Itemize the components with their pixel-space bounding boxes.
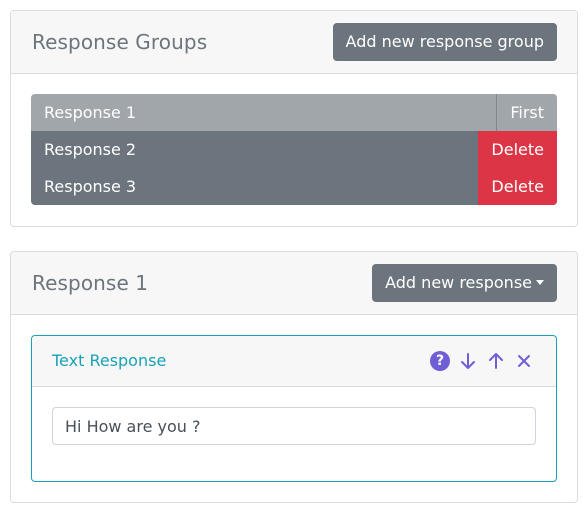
help-icon[interactable]: ? — [430, 351, 450, 371]
response-group-label: Response 1 — [44, 103, 137, 122]
response-group-item-3[interactable]: Response 3 Delete — [31, 168, 557, 205]
response-groups-header: Response Groups Add new response group — [11, 11, 577, 74]
delete-button[interactable]: Delete — [478, 168, 557, 205]
response-group-label: Response 3 — [44, 177, 137, 196]
response-group-list: Response 1 First Response 2 Delete Respo… — [31, 94, 557, 205]
response-group-item-1[interactable]: Response 1 First — [31, 94, 557, 131]
caret-down-icon — [536, 280, 544, 285]
text-response-input[interactable] — [52, 407, 536, 445]
text-response-actions: ? — [430, 351, 534, 371]
text-response-card: Text Response ? — [31, 335, 557, 482]
arrow-up-icon[interactable] — [486, 351, 506, 371]
response-title: Response 1 — [32, 271, 149, 295]
response-group-item-2[interactable]: Response 2 Delete — [31, 131, 557, 168]
text-response-header: Text Response ? — [32, 336, 556, 387]
add-response-group-button[interactable]: Add new response group — [332, 23, 557, 61]
response-card: Response 1 Add new response Text Respons… — [10, 251, 578, 503]
add-response-dropdown-button[interactable]: Add new response — [372, 264, 557, 302]
response-groups-title: Response Groups — [32, 30, 208, 54]
close-icon[interactable] — [514, 351, 534, 371]
response-group-label: Response 2 — [44, 140, 137, 159]
response-header: Response 1 Add new response — [11, 252, 577, 315]
arrow-down-icon[interactable] — [458, 351, 478, 371]
first-button[interactable]: First — [496, 94, 557, 131]
text-response-title: Text Response — [52, 351, 167, 370]
response-groups-card: Response Groups Add new response group R… — [10, 10, 578, 227]
delete-button[interactable]: Delete — [478, 131, 557, 168]
add-response-label: Add new response — [385, 273, 532, 292]
